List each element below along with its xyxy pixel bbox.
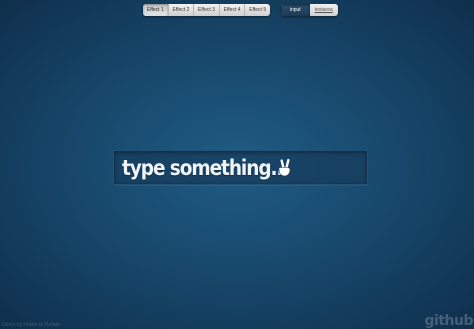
mode-toggle: input textarea bbox=[281, 4, 338, 16]
effect-5-button[interactable]: Effect 5 bbox=[245, 4, 270, 16]
footer-credit: Demo by Hakim El Hattab bbox=[2, 322, 60, 328]
effect-2-button[interactable]: Effect 2 bbox=[169, 4, 195, 16]
effect-selector: Effect 1 Effect 2 Effect 3 Effect 4 Effe… bbox=[143, 4, 270, 16]
effect-4-button[interactable]: Effect 4 bbox=[220, 4, 246, 16]
textarea-mode-button[interactable]: textarea bbox=[310, 4, 339, 16]
text-input[interactable]: type something... bbox=[113, 150, 368, 185]
input-placeholder: type something... bbox=[122, 155, 289, 180]
input-mode-button[interactable]: input bbox=[281, 4, 310, 16]
effect-3-button[interactable]: Effect 3 bbox=[194, 4, 220, 16]
effect-1-button[interactable]: Effect 1 bbox=[143, 4, 169, 16]
victory-hand-icon bbox=[277, 158, 291, 177]
github-logo[interactable]: github bbox=[425, 313, 474, 329]
